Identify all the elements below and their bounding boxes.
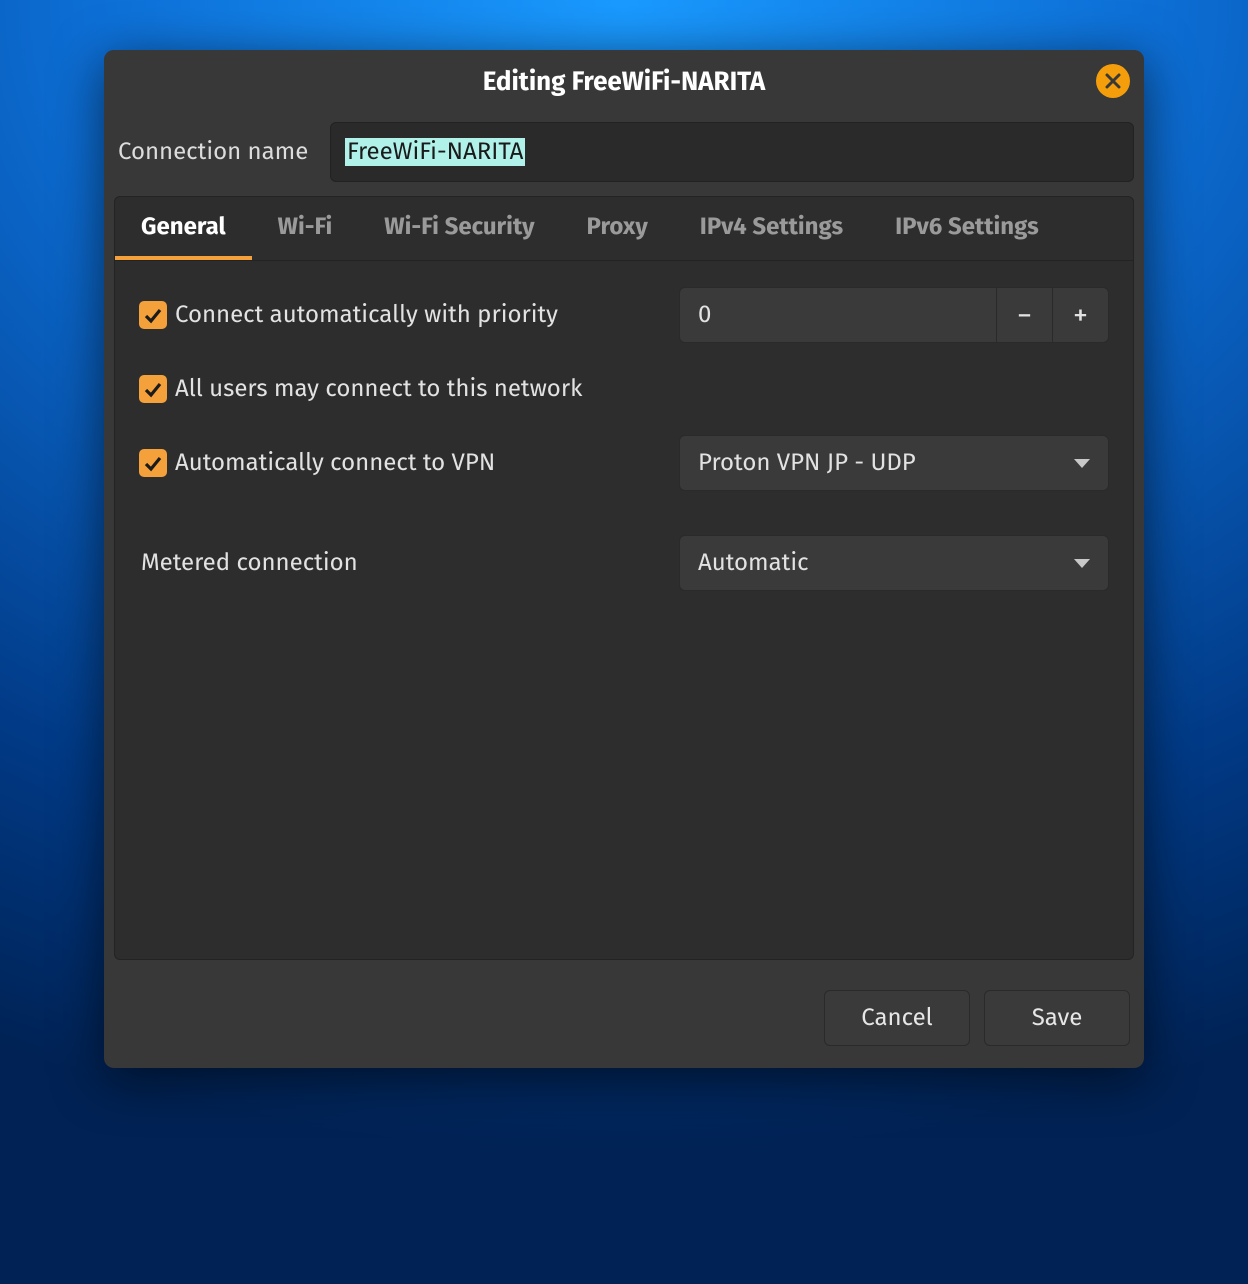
priority-spinbox[interactable]: 0 − + <box>679 287 1109 343</box>
close-icon <box>1105 73 1121 89</box>
minus-icon: − <box>1017 297 1032 333</box>
tab-general[interactable]: General <box>115 197 252 260</box>
dialog-footer: Cancel Save <box>104 970 1144 1068</box>
label-connect-automatically: Connect automatically with priority <box>175 301 558 329</box>
tab-wifi[interactable]: Wi-Fi <box>252 197 359 260</box>
row-connect-automatically: Connect automatically with priority 0 − … <box>139 287 1109 343</box>
general-form: Connect automatically with priority 0 − … <box>115 261 1133 615</box>
tab-ipv4[interactable]: IPv4 Settings <box>674 197 869 260</box>
dialog-window: Editing FreeWiFi-NARITA Connection name … <box>104 50 1144 1068</box>
connection-name-input-wrap[interactable]: FreeWiFi-NARITA <box>330 122 1134 182</box>
check-icon <box>143 453 163 473</box>
metered-select[interactable]: Automatic <box>679 535 1109 591</box>
vpn-select[interactable]: Proton VPN JP - UDP <box>679 435 1109 491</box>
priority-value[interactable]: 0 <box>680 301 996 329</box>
row-metered: Metered connection Automatic <box>139 535 1109 591</box>
plus-icon: + <box>1073 297 1088 333</box>
check-icon <box>143 305 163 325</box>
connection-name-label: Connection name <box>114 138 312 166</box>
window-title: Editing FreeWiFi-NARITA <box>483 66 766 97</box>
row-auto-vpn: Automatically connect to VPN Proton VPN … <box>139 435 1109 491</box>
cancel-button[interactable]: Cancel <box>824 990 970 1046</box>
checkbox-auto-vpn[interactable] <box>139 449 167 477</box>
connection-name-input[interactable]: FreeWiFi-NARITA <box>345 138 525 166</box>
priority-decrement[interactable]: − <box>996 288 1052 342</box>
close-button[interactable] <box>1096 64 1130 98</box>
checkbox-connect-automatically[interactable] <box>139 301 167 329</box>
titlebar: Editing FreeWiFi-NARITA <box>104 50 1144 112</box>
check-icon <box>143 379 163 399</box>
label-auto-vpn: Automatically connect to VPN <box>175 449 495 477</box>
checkbox-all-users[interactable] <box>139 375 167 403</box>
label-metered: Metered connection <box>139 549 358 577</box>
tab-ipv6[interactable]: IPv6 Settings <box>869 197 1065 260</box>
chevron-down-icon <box>1074 559 1090 568</box>
metered-select-value: Automatic <box>698 549 1074 577</box>
vpn-select-value: Proton VPN JP - UDP <box>698 449 1074 477</box>
connection-name-row: Connection name FreeWiFi-NARITA <box>104 112 1144 192</box>
priority-increment[interactable]: + <box>1052 288 1108 342</box>
tab-proxy[interactable]: Proxy <box>561 197 674 260</box>
save-button[interactable]: Save <box>984 990 1130 1046</box>
row-all-users: All users may connect to this network <box>139 373 1109 405</box>
label-all-users: All users may connect to this network <box>175 375 582 403</box>
tabs: General Wi-Fi Wi-Fi Security Proxy IPv4 … <box>115 197 1133 261</box>
tab-wifi-security[interactable]: Wi-Fi Security <box>358 197 560 260</box>
chevron-down-icon <box>1074 459 1090 468</box>
settings-panel: General Wi-Fi Wi-Fi Security Proxy IPv4 … <box>114 196 1134 960</box>
